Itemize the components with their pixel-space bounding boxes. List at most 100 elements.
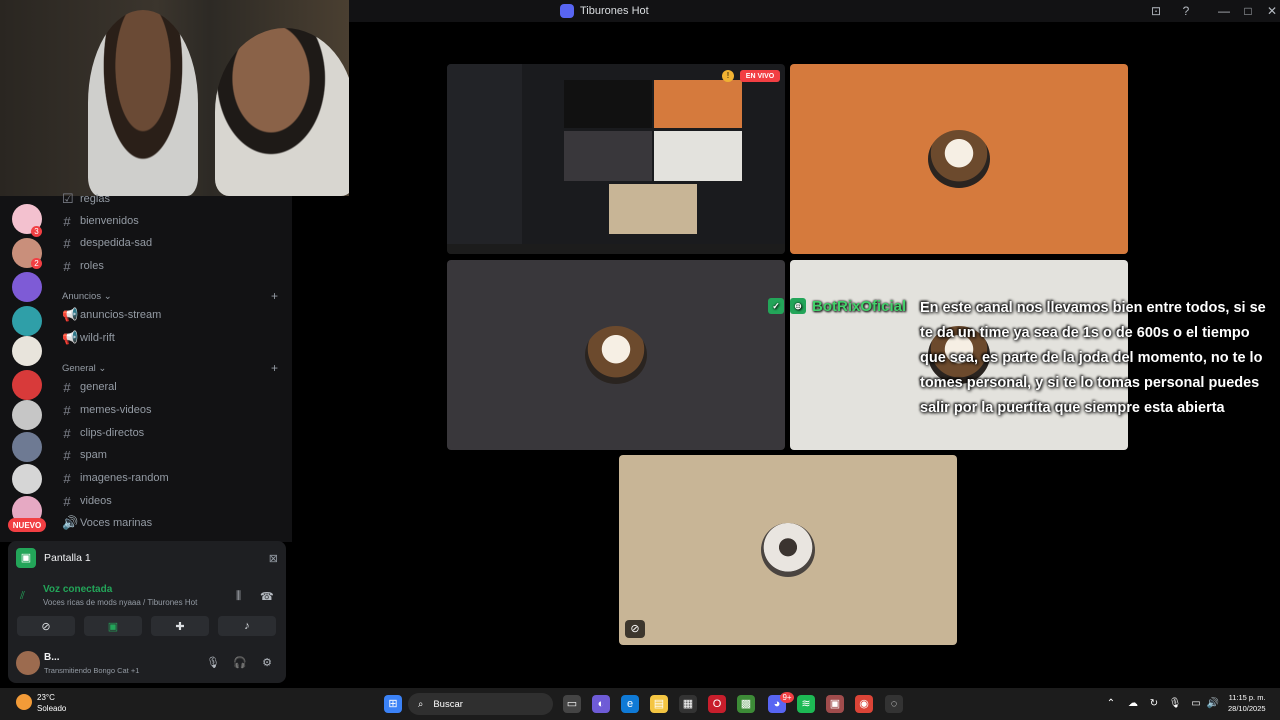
system-clock[interactable]: 11:15 p. m. 28/10/2025 — [1228, 692, 1266, 714]
network-icon[interactable]: ▭ — [1189, 697, 1203, 711]
channel-clips-directos[interactable]: # clips-directos — [62, 423, 144, 443]
user-activity: Transmitiendo Bongo Cat +1 — [44, 666, 140, 675]
channel-anuncios-stream[interactable]: 📢 anuncios-stream — [62, 305, 161, 325]
file-explorer-icon[interactable]: ▤ — [650, 695, 668, 713]
server-avatar[interactable] — [12, 336, 42, 366]
microphone-tray-icon[interactable]: 🎙 — [1168, 697, 1182, 711]
inbox-icon[interactable]: ⊡ — [1148, 3, 1164, 19]
activities-button[interactable]: ✚ — [151, 616, 209, 636]
server-avatar[interactable] — [12, 464, 42, 494]
minimize-button[interactable]: — — [1216, 3, 1232, 19]
server-avatar[interactable] — [12, 272, 42, 302]
channel-list: ☑ reglas # bienvenidos # despedida-sad # rol… — [52, 191, 292, 542]
bot-icon: ⊕ — [790, 298, 806, 314]
store-icon[interactable]: ▦ — [679, 695, 697, 713]
channel-wild-rift[interactable]: 📢 wild-rift — [62, 328, 115, 348]
bot-name: BotRixOficial — [812, 297, 907, 315]
stream-tile-preview[interactable] — [447, 64, 785, 254]
channel-voces-marinas[interactable]: 🔊 Voces marinas — [62, 513, 152, 533]
opera-icon[interactable]: O — [708, 695, 726, 713]
edge-icon[interactable]: e — [621, 695, 639, 713]
onedrive-icon[interactable]: ☁ — [1126, 697, 1140, 711]
participant-tile[interactable] — [447, 260, 785, 450]
voice-status[interactable]: Voz conectada Voces ricas de mods nyaaa … — [43, 584, 233, 607]
server-avatar[interactable] — [12, 432, 42, 462]
channel-imagenes-random[interactable]: # imagenes-random — [62, 468, 168, 488]
participant-tile[interactable] — [619, 455, 957, 645]
preview-sidebar — [447, 64, 522, 244]
minecraft-icon[interactable]: ▩ — [737, 695, 755, 713]
category-general[interactable]: General ⌄ + — [62, 361, 292, 375]
hash-icon: # — [63, 258, 71, 274]
maximize-button[interactable]: □ — [1240, 3, 1256, 19]
volume-icon[interactable]: 🔊 — [1206, 697, 1220, 711]
spotify-icon[interactable]: ≋ — [797, 695, 815, 713]
bot-author: ✓ ⊕ BotRixOficial — [768, 296, 906, 316]
warning-icon: ! — [722, 70, 734, 82]
channel-roles[interactable]: # roles — [62, 256, 103, 276]
hash-icon: # — [63, 379, 71, 395]
taskbar-search[interactable]: ⌕ Buscar — [408, 693, 553, 715]
server-rail — [0, 196, 52, 542]
chrome-icon[interactable]: ◉ — [855, 695, 873, 713]
add-channel-icon[interactable]: + — [271, 361, 278, 375]
bongo-avatar — [928, 130, 990, 188]
server-avatar[interactable] — [12, 306, 42, 336]
search-icon: ⌕ — [418, 698, 424, 710]
camera-off-button[interactable]: ⊘ — [17, 616, 75, 636]
screen-share-button[interactable]: ▣ — [84, 616, 142, 636]
microphone-icon[interactable]: 🎙 — [206, 656, 220, 670]
mention-badge: 2 — [31, 258, 42, 269]
weather-icon[interactable] — [16, 694, 32, 710]
window-title: Tiburones Hot — [560, 3, 740, 19]
screen-share-row[interactable]: ▣ Pantalla 1 ⊠ — [16, 547, 278, 569]
category-anuncios[interactable]: Anuncios ⌄ + — [62, 289, 292, 303]
add-channel-icon[interactable]: + — [271, 289, 278, 303]
windows-start-icon[interactable]: ⊞ — [384, 695, 402, 713]
channel-bienvenidos[interactable]: # bienvenidos — [62, 211, 138, 231]
stop-share-icon[interactable]: ⊠ — [269, 552, 278, 565]
person-left — [88, 10, 198, 196]
channel-general[interactable]: # general — [62, 377, 116, 397]
sound-waves-icon[interactable]: ⫼ — [236, 590, 250, 604]
preview-cell — [609, 184, 697, 234]
soundboard-icon: ♪ — [244, 620, 250, 632]
headphones-icon[interactable]: 🎧 — [233, 656, 247, 670]
bongo-avatar — [585, 326, 647, 384]
channel-despedida-sad[interactable]: # despedida-sad — [62, 233, 152, 253]
app-icon[interactable]: ▣ — [826, 695, 844, 713]
mention-badge: 3 — [31, 226, 42, 237]
channel-videos[interactable]: # videos — [62, 491, 111, 511]
hash-icon: # — [63, 235, 71, 251]
participant-tile[interactable] — [790, 64, 1128, 254]
channel-reglas[interactable]: ☑ reglas — [62, 189, 110, 209]
search-placeholder: Buscar — [433, 698, 463, 710]
soundboard-button[interactable]: ♪ — [218, 616, 276, 636]
server-avatar[interactable] — [12, 400, 42, 430]
gear-icon[interactable]: ⚙ — [260, 656, 274, 670]
hash-icon: # — [63, 213, 71, 229]
camera-off-icon: ⊘ — [41, 620, 51, 633]
app-icon[interactable]: ◌ — [885, 695, 903, 713]
voice-channel-path: Voces ricas de mods nyaaa / Tiburones Ho… — [43, 598, 198, 607]
close-button[interactable]: ✕ — [1264, 3, 1280, 19]
channel-memes-videos[interactable]: # memes-videos — [62, 400, 151, 420]
server-icon — [560, 4, 574, 18]
preview-cell — [564, 131, 652, 181]
avatar[interactable] — [16, 651, 40, 675]
channel-spam[interactable]: # spam — [62, 445, 107, 465]
screen-icon: ▣ — [107, 620, 119, 633]
show-hidden-icons[interactable]: ⌃ — [1104, 697, 1118, 711]
server-avatar[interactable] — [12, 370, 42, 400]
new-badge: NUEVO — [8, 518, 46, 532]
help-icon[interactable]: ? — [1178, 3, 1194, 19]
discord-notification-badge: 9+ — [780, 692, 794, 703]
sync-icon[interactable]: ↻ — [1147, 697, 1161, 711]
disconnect-icon[interactable]: ☎ — [260, 590, 274, 604]
task-view-icon[interactable]: ▭ — [563, 695, 581, 713]
window-title-text: Tiburones Hot — [580, 5, 649, 17]
megaphone-icon: 📢 — [62, 307, 79, 322]
copilot-icon[interactable]: ◐ — [592, 695, 610, 713]
hash-icon: # — [63, 493, 71, 509]
weather-description: Soleado — [37, 704, 67, 713]
